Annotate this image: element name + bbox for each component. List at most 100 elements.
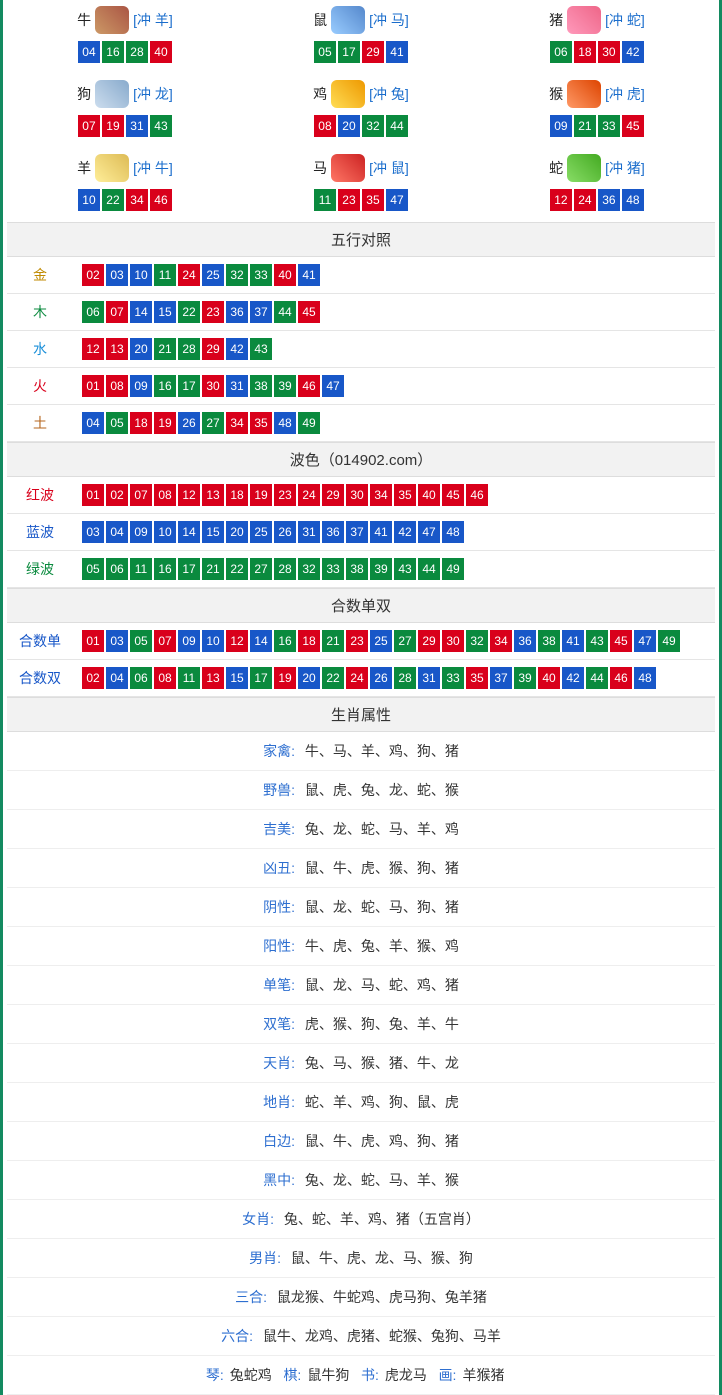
zodiac-name: 牛 (77, 10, 91, 30)
row-label: 土 (7, 405, 73, 442)
number-ball: 42 (562, 667, 584, 689)
number-ball: 40 (150, 41, 172, 63)
zodiac-icon (567, 80, 601, 108)
attr-value: 虎、猴、狗、兔、羊、牛 (305, 1016, 459, 1032)
number-ball: 41 (386, 41, 408, 63)
row-numbers: 04051819262734354849 (73, 405, 715, 442)
header-bose: 波色（014902.com） (7, 442, 715, 477)
number-ball: 23 (338, 189, 360, 211)
number-ball: 31 (226, 375, 248, 397)
zodiac-cell: 马 [冲 鼠] 11233547 (243, 148, 479, 222)
zodiac-clash: [冲 羊] (133, 10, 173, 30)
number-ball: 24 (178, 264, 200, 286)
number-ball: 06 (130, 667, 152, 689)
number-ball: 35 (362, 189, 384, 211)
number-ball: 39 (274, 375, 296, 397)
attr-value: 鼠、龙、蛇、马、狗、猪 (305, 899, 459, 915)
number-ball: 41 (298, 264, 320, 286)
number-ball: 45 (610, 630, 632, 652)
number-ball: 17 (250, 667, 272, 689)
attr-label: 书: (361, 1367, 379, 1383)
attr-value: 兔蛇鸡 (230, 1367, 272, 1383)
attr-row-footer: 琴:兔蛇鸡 棋:鼠牛狗 书:虎龙马 画:羊猴猪 (7, 1356, 715, 1395)
number-ball: 12 (550, 189, 572, 211)
attr-label: 黑中: (263, 1172, 295, 1188)
attr-value: 兔、蛇、羊、鸡、猪（五宫肖） (284, 1211, 480, 1227)
number-ball: 25 (250, 521, 272, 543)
number-ball: 16 (274, 630, 296, 652)
number-ball: 02 (82, 667, 104, 689)
number-ball: 39 (370, 558, 392, 580)
zodiac-name: 蛇 (549, 158, 563, 178)
number-ball: 37 (250, 301, 272, 323)
number-ball: 12 (178, 484, 200, 506)
zodiac-icon (331, 6, 365, 34)
number-ball: 36 (226, 301, 248, 323)
number-ball: 21 (322, 630, 344, 652)
row-numbers: 0204060811131517192022242628313335373940… (73, 660, 715, 697)
number-ball: 45 (622, 115, 644, 137)
number-ball: 43 (250, 338, 272, 360)
attr-value: 鼠、牛、虎、鸡、狗、猪 (305, 1133, 459, 1149)
number-ball: 21 (574, 115, 596, 137)
number-ball: 33 (322, 558, 344, 580)
attr-label: 单笔: (263, 977, 295, 993)
row-numbers: 06071415222336374445 (73, 294, 715, 331)
number-ball: 22 (178, 301, 200, 323)
row-label: 合数双 (7, 660, 73, 697)
table-row: 红波 0102070812131819232429303435404546 (7, 477, 715, 514)
zodiac-numbers: 09213345 (479, 114, 715, 138)
number-ball: 20 (130, 338, 152, 360)
number-ball: 48 (274, 412, 296, 434)
number-ball: 10 (78, 189, 100, 211)
zodiac-numbers: 07193143 (7, 114, 243, 138)
number-ball: 36 (598, 189, 620, 211)
number-ball: 04 (106, 667, 128, 689)
number-ball: 47 (386, 189, 408, 211)
number-ball: 32 (362, 115, 384, 137)
number-ball: 38 (346, 558, 368, 580)
attr-label: 画: (439, 1367, 457, 1383)
zodiac-numbers: 04162840 (7, 40, 243, 64)
number-ball: 04 (78, 41, 100, 63)
number-ball: 27 (250, 558, 272, 580)
attr-value: 牛、马、羊、鸡、狗、猪 (305, 743, 459, 759)
number-ball: 25 (370, 630, 392, 652)
zodiac-numbers: 11233547 (243, 188, 479, 212)
number-ball: 20 (226, 521, 248, 543)
number-ball: 15 (154, 301, 176, 323)
number-ball: 03 (106, 630, 128, 652)
row-label: 红波 (7, 477, 73, 514)
row-numbers: 1213202128294243 (73, 331, 715, 368)
table-row: 水 1213202128294243 (7, 331, 715, 368)
number-ball: 23 (346, 630, 368, 652)
number-ball: 08 (154, 667, 176, 689)
attr-row: 白边: 鼠、牛、虎、鸡、狗、猪 (7, 1122, 715, 1161)
number-ball: 27 (202, 412, 224, 434)
zodiac-cell: 狗 [冲 龙] 07193143 (7, 74, 243, 148)
attr-label: 白边: (263, 1133, 295, 1149)
row-numbers: 0108091617303138394647 (73, 368, 715, 405)
row-numbers: 03040910141520252631363741424748 (73, 514, 715, 551)
number-ball: 19 (154, 412, 176, 434)
number-ball: 07 (130, 484, 152, 506)
header-heshu: 合数单双 (7, 588, 715, 623)
number-ball: 37 (346, 521, 368, 543)
row-label: 蓝波 (7, 514, 73, 551)
zodiac-cell: 羊 [冲 牛] 10223446 (7, 148, 243, 222)
zodiac-icon (95, 6, 129, 34)
table-row: 合数单 010305070910121416182123252729303234… (7, 623, 715, 660)
number-ball: 47 (634, 630, 656, 652)
zodiac-numbers: 10223446 (7, 188, 243, 212)
page-container: 牛 [冲 羊] 04162840 鼠 [冲 马] 05172941 猪 [冲 蛇… (0, 0, 722, 1395)
number-ball: 35 (466, 667, 488, 689)
attr-row: 六合: 鼠牛、龙鸡、虎猪、蛇猴、兔狗、马羊 (7, 1317, 715, 1356)
number-ball: 43 (150, 115, 172, 137)
number-ball: 16 (102, 41, 124, 63)
number-ball: 42 (226, 338, 248, 360)
number-ball: 25 (202, 264, 224, 286)
number-ball: 01 (82, 484, 104, 506)
number-ball: 31 (126, 115, 148, 137)
number-ball: 10 (202, 630, 224, 652)
number-ball: 24 (346, 667, 368, 689)
